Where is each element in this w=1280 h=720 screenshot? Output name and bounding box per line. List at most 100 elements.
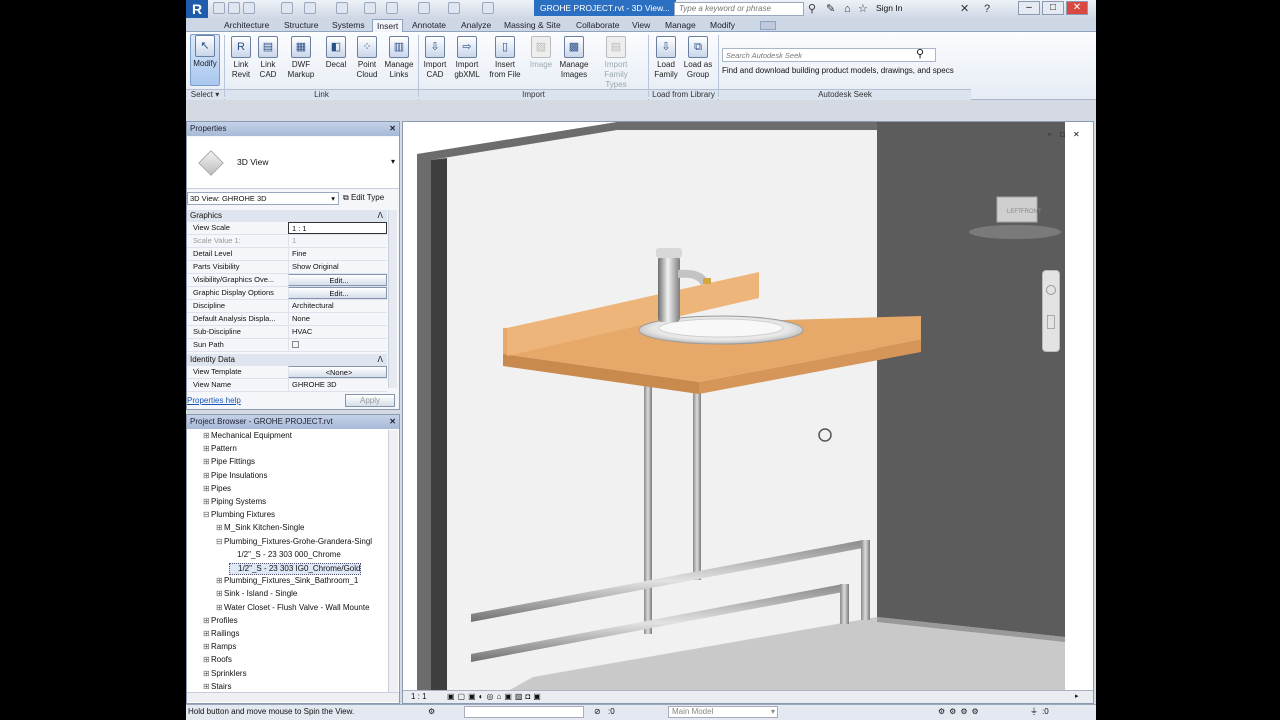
selection-toggle-icons[interactable]: ⚙⚙⚙⚙ [938,705,983,719]
property-row[interactable]: Visibility/Graphics Ove... Edit... [187,274,387,287]
expand-toggle-icon[interactable]: ⊞ [203,457,211,467]
property-value[interactable]: Show Original [288,261,387,273]
property-row[interactable]: Sun Path [187,339,387,352]
property-value[interactable]: Edit... [288,274,387,286]
panel-select[interactable]: Select ▾ [186,89,224,100]
dwf-markup-button[interactable]: ▦ DWF Markup [285,36,317,80]
type-selector[interactable]: 3D View ▾ [187,137,399,189]
scroll-right-icon[interactable]: ▸ [1075,692,1079,700]
text-icon[interactable] [386,2,398,14]
expand-toggle-icon[interactable]: ⊞ [216,603,224,613]
decal-button[interactable]: ◧ Decal [323,36,349,70]
tree-item[interactable]: ⊞Roofs [203,655,232,665]
subscription-icon[interactable]: ✎ [826,3,835,15]
view-restore-icon[interactable]: ▫ [1048,130,1051,139]
property-value[interactable]: Fine [288,248,387,260]
tree-item[interactable]: 1/2"_S - 23 303 IG0_Chrome/Gold [229,563,362,575]
link-revit-button[interactable]: R Link Revit [228,36,254,80]
property-row[interactable]: View Template <None> [187,366,387,379]
tree-item[interactable]: ⊞Stairs [203,682,231,689]
viewcube-left-label[interactable]: LEFT [1007,209,1022,215]
switch-windows-icon[interactable] [482,2,494,14]
tab-systems[interactable]: Systems [332,19,365,32]
property-row[interactable]: Discipline Architectural [187,300,387,313]
editable-icon[interactable]: ⊘ [594,705,601,719]
tree-item[interactable]: ⊞Pipes [203,484,231,494]
tree-item[interactable]: ⊞Mechanical Equipment [203,431,292,441]
insert-from-file-button[interactable]: ▯ Insert from File [487,36,523,80]
property-value[interactable]: 1 : 1 [288,222,387,234]
view-maximize-icon[interactable]: □ [1060,130,1065,139]
load-as-group-button[interactable]: ⧉ Load as Group [683,36,713,80]
ribbon-options-icon[interactable] [760,21,776,30]
communication-icon[interactable]: ⌂ [844,3,851,15]
aligned-dimension-icon[interactable] [364,2,376,14]
binoculars-icon[interactable]: ⚲ [916,48,924,60]
tree-item[interactable]: 1/2"_S - 23 303 000_Chrome [229,550,341,560]
expand-toggle-icon[interactable]: ⊞ [203,655,211,665]
tree-item[interactable]: ⊞Piping Systems [203,497,266,507]
point-cloud-button[interactable]: ⁘ Point Cloud [354,36,380,80]
image-button[interactable]: ▨ Image [528,36,554,70]
sign-in-link[interactable]: Sign In [876,3,902,13]
expand-toggle-icon[interactable]: ⊞ [203,682,211,689]
tab-view[interactable]: View [632,19,650,32]
tree-item[interactable]: ⊞Profiles [203,616,238,626]
tree-item[interactable]: ⊞Sprinklers [203,669,247,679]
view-scale[interactable]: 1 : 1 [411,692,427,701]
edit-type-button[interactable]: ⧉ Edit Type [343,192,384,204]
help-search-input[interactable]: Type a keyword or phrase [674,2,804,16]
tab-annotate[interactable]: Annotate [412,19,446,32]
property-row[interactable]: View Name GHROHE 3D [187,379,387,392]
tab-insert[interactable]: Insert [372,19,404,32]
property-row[interactable]: Parts Visibility Show Original [187,261,387,274]
binoculars-icon[interactable]: ⚲ [808,3,816,15]
expand-toggle-icon[interactable]: ⊞ [203,471,211,481]
worksharing-icon[interactable]: ⚙ [428,705,435,719]
close-button[interactable]: ✕ [1066,1,1088,15]
link-cad-button[interactable]: ▤ Link CAD [256,36,280,80]
property-value[interactable]: Edit... [288,287,387,299]
properties-help-link[interactable]: Properties help [187,396,241,405]
filter-icon[interactable]: ⏚ [1030,705,1038,719]
modify-button[interactable]: ↖ Modify [190,34,220,86]
import-cad-button[interactable]: ⇩ Import CAD [422,36,448,80]
default-3d-view-icon[interactable] [418,2,430,14]
group-graphics[interactable]: Graphics ᐱ [187,210,387,222]
exchange-close-icon[interactable]: ✕ [960,3,969,15]
property-value[interactable]: None [288,313,387,325]
expand-toggle-icon[interactable]: ⊟ [216,537,224,547]
property-value[interactable] [288,339,387,351]
expand-toggle-icon[interactable]: ⊞ [203,444,211,454]
measure-icon[interactable] [336,2,348,14]
expand-toggle-icon[interactable]: ⊞ [216,589,224,599]
property-value[interactable]: Architectural [288,300,387,312]
expand-toggle-icon[interactable]: ⊞ [203,616,211,626]
viewcube-front-label[interactable]: FRONT [1021,209,1042,215]
tree-item[interactable]: ⊞Pattern [203,444,237,454]
tree-item[interactable]: ⊟Plumbing_Fixtures-Grohe-Grandera-Singl [216,537,372,547]
manage-links-button[interactable]: ▥ Manage Links [384,36,414,80]
load-family-button[interactable]: ⇩ Load Family [652,36,680,80]
tree-item[interactable]: ⊞Water Closet - Flush Valve - Wall Mount… [216,603,370,613]
tab-manage[interactable]: Manage [665,19,696,32]
property-row[interactable]: Detail Level Fine [187,248,387,261]
tab-collaborate[interactable]: Collaborate [576,19,619,32]
expand-toggle-icon[interactable]: ⊞ [203,431,211,441]
open-icon[interactable] [213,2,225,14]
tab-structure[interactable]: Structure [284,19,319,32]
manage-images-button[interactable]: ▩ Manage Images [558,36,590,80]
tree-item[interactable]: ⊞Sink - Island - Single [216,589,297,599]
application-menu-button[interactable]: R [186,0,208,18]
expand-toggle-icon[interactable]: ⊞ [203,497,211,507]
tree-item[interactable]: ⊞Railings [203,629,239,639]
properties-scrollbar[interactable] [388,210,397,388]
sun-path-checkbox[interactable] [292,341,299,348]
expand-toggle-icon[interactable]: ⊞ [216,576,224,586]
redo-icon[interactable] [304,2,316,14]
close-hidden-windows-icon[interactable] [448,2,460,14]
sync-icon[interactable] [243,2,255,14]
navigation-bar[interactable] [1042,270,1060,352]
property-value[interactable]: GHROHE 3D [288,379,387,391]
help-icon[interactable]: ? [984,3,990,15]
